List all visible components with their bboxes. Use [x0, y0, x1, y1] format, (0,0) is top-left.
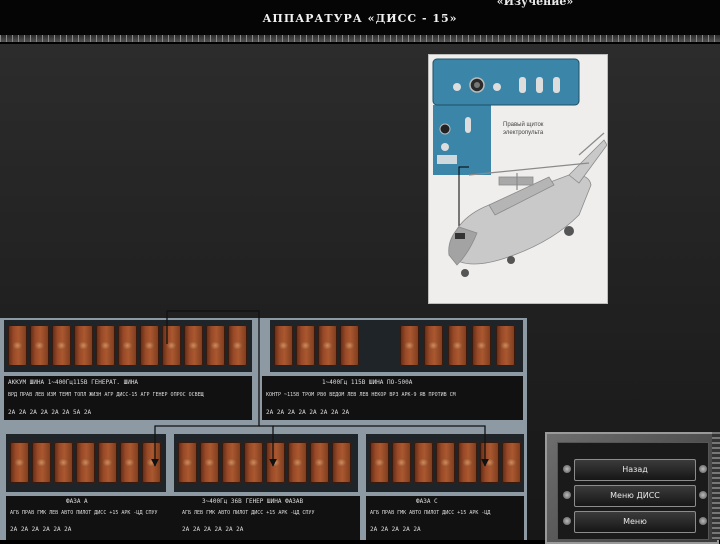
fuse-cap	[414, 442, 433, 483]
electrical-panel: АККУМ ШИНА 1~400Гц115В ГЕНЕРАТ. ШИНА ВРД…	[0, 318, 527, 540]
fuse-cap	[206, 325, 225, 366]
circuit-labels: АГБ ПРАВ ГМК АВТО ПИЛОТ ДИСС +15 АРК -ЦД	[370, 510, 491, 516]
helicopter-picture: Правый щиток электропульта	[428, 54, 608, 304]
panel-location-marker	[455, 233, 465, 239]
circuit-labels: ВРД ПРАВ ЛЕВ ИЗМ ТЕМП ТОПЛ ЖИЗН АГР ДИСС…	[8, 392, 204, 398]
circuit-labels: АГБ ПРАВ ГМК ЛЕВ АВТО ПИЛОТ ДИСС +15 АРК…	[10, 510, 158, 516]
fuse-cap	[318, 325, 337, 366]
section-title: АККУМ ШИНА 1~400Гц115В ГЕНЕРАТ. ШИНА	[8, 379, 139, 386]
fuse-cap	[54, 442, 73, 483]
back-button[interactable]: Назад	[563, 459, 707, 481]
fuse-cap	[448, 325, 467, 366]
fuse-cap	[162, 325, 181, 366]
navigation-menu-frame: Назад Меню ДИСС Меню	[557, 442, 709, 540]
toggle-switch-icon	[465, 117, 471, 133]
fuse-cap	[266, 442, 285, 483]
fuse-cap	[244, 442, 263, 483]
circuit-labels: КОНТР ~115В ТРОМ РВ0 ВЕДОМ ЛЕВ ЛЕВ НЕКОР…	[266, 392, 456, 398]
diss-menu-button[interactable]: Меню ДИСС	[563, 485, 707, 507]
fuse-cap	[8, 325, 27, 366]
label-strip-bottom-right: ФАЗА С АГБ ПРАВ ГМК АВТО ПИЛОТ ДИСС +15 …	[366, 496, 524, 540]
fuse-cap	[310, 442, 329, 483]
indicator-lamp-icon	[453, 83, 461, 91]
amp-ratings: 2А 2А 2А 2А 2А 2А 2А 2А	[266, 409, 350, 416]
fuse-cap	[178, 442, 197, 483]
indicator-lamp-icon	[493, 83, 501, 91]
section-title: 1~400Гц 115В ШИНА ПО-500А	[322, 379, 413, 386]
fuse-cap	[10, 442, 29, 483]
navigation-menu: Назад Меню ДИСС Меню	[545, 432, 719, 544]
fuse-cap	[458, 442, 477, 483]
toggle-switch-icon	[536, 77, 543, 93]
callout-text: Правый щиток электропульта	[503, 122, 544, 136]
fuse-cap	[98, 442, 117, 483]
fuse-cap	[228, 325, 247, 366]
fuse-cap	[200, 442, 219, 483]
label-strip-bottom-left: ФАЗА А 3~400Гц 36В ГЕНЕР ШИНА ФАЗАВ АГБ …	[6, 496, 360, 540]
fuse-cap	[340, 325, 359, 366]
section-title: 3~400Гц 36В ГЕНЕР ШИНА ФАЗАВ	[202, 498, 304, 505]
fuse-cap	[436, 442, 455, 483]
fuse-cap	[184, 325, 203, 366]
helicopter-illustration	[432, 58, 607, 277]
toggle-switch-icon	[553, 77, 560, 93]
side-rail-decoration	[712, 432, 720, 540]
main-menu-button[interactable]: Меню	[563, 511, 707, 533]
fuse-cap	[140, 325, 159, 366]
fuse-cap	[274, 325, 293, 366]
fuse-cap	[296, 325, 315, 366]
fuse-cap	[74, 325, 93, 366]
fuse-cap	[288, 442, 307, 483]
label-strip-top-right: 1~400Гц 115В ШИНА ПО-500А КОНТР ~115В ТР…	[262, 376, 523, 420]
fuse-cap	[502, 442, 521, 483]
fuse-cap	[30, 325, 49, 366]
header-ruler-divider	[0, 35, 720, 42]
amp-ratings: 2А 2А 2А 2А 2А	[370, 526, 421, 533]
fuse-cap	[370, 442, 389, 483]
section-title: ФАЗА С	[416, 498, 438, 505]
page-title: АППАРАТУРА «ДИСС - 15»	[262, 12, 458, 25]
lamp-icon	[441, 143, 449, 151]
fuse-cap	[52, 325, 71, 366]
fuse-cap	[76, 442, 95, 483]
fuse-cap	[222, 442, 241, 483]
section-title: ФАЗА А	[66, 498, 88, 505]
fuse-cap	[96, 325, 115, 366]
circuit-labels: АГБ ЛЕВ ГМК АВТО ПИЛОТ ДИСС +15 АРК -ЦД …	[182, 510, 315, 516]
fuse-cap	[392, 442, 411, 483]
fuse-cap	[32, 442, 51, 483]
label-strip-top-left: АККУМ ШИНА 1~400Гц115В ГЕНЕРАТ. ШИНА ВРД…	[4, 376, 252, 420]
nameplate-icon	[437, 155, 457, 164]
fuse-cap	[120, 442, 139, 483]
fuse-cap	[400, 325, 419, 366]
fuse-cap	[472, 325, 491, 366]
fuse-cap	[480, 442, 499, 483]
amp-ratings: 2А 2А 2А 2А 2А 2А 5А 2А	[8, 409, 92, 416]
toggle-switch-icon	[519, 77, 526, 93]
fuse-cap	[332, 442, 351, 483]
fuse-cap	[496, 325, 515, 366]
amp-ratings: 2А 2А 2А 2А 2А 2А	[10, 526, 72, 533]
lamp-icon	[439, 123, 451, 135]
fuse-cap	[118, 325, 137, 366]
mode-label: «Изучение»	[496, 0, 574, 8]
fuse-cap	[142, 442, 161, 483]
control-panel-lower	[433, 105, 491, 175]
amp-ratings: 2А 2А 2А 2А 2А 2А	[182, 526, 244, 533]
fuse-cap	[424, 325, 443, 366]
